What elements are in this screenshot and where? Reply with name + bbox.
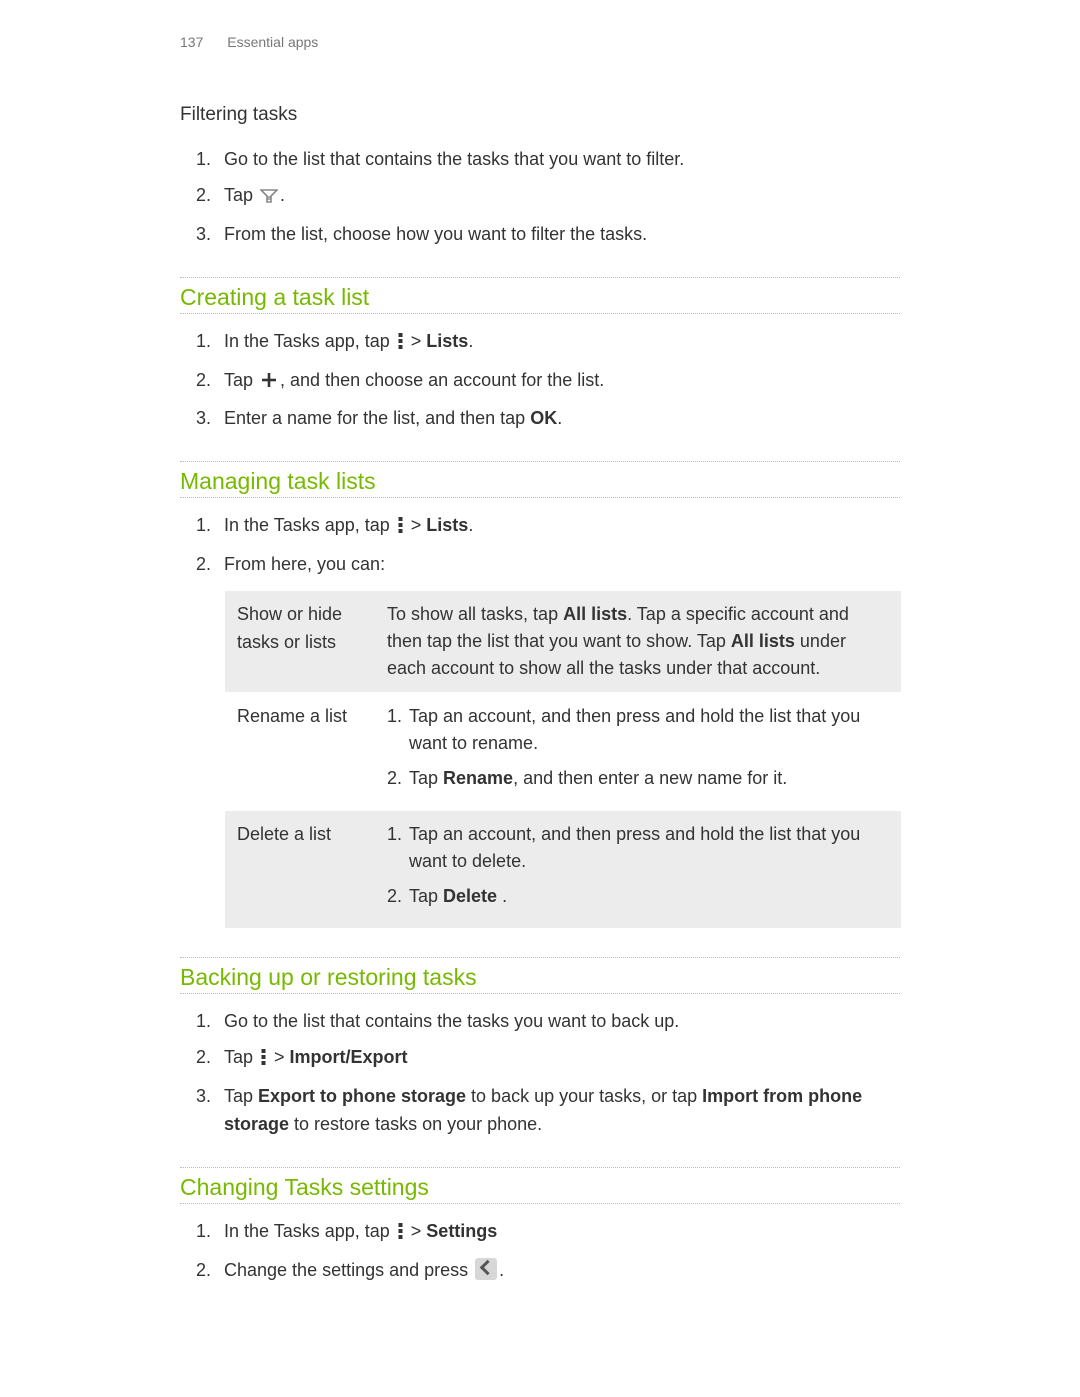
inner-step: 2.Tap Rename, and then enter a new name … bbox=[387, 765, 887, 792]
text: , and then enter a new name for it. bbox=[513, 768, 787, 788]
step: 1. In the Tasks app, tap > Lists. bbox=[224, 328, 900, 359]
text: Tap an account, and then press and hold … bbox=[409, 706, 860, 753]
step: 3. Enter a name for the list, and then t… bbox=[224, 405, 900, 433]
step-text: . bbox=[468, 331, 473, 351]
inner-step: 1.Tap an account, and then press and hol… bbox=[387, 703, 887, 757]
inner-step: 2.Tap Delete . bbox=[387, 883, 887, 910]
back-icon bbox=[475, 1258, 497, 1289]
step-text: > bbox=[406, 1221, 427, 1241]
step-text: . bbox=[499, 1260, 504, 1280]
step-text: Go to the list that contains the tasks y… bbox=[224, 1011, 679, 1031]
step-text: to back up your tasks, or tap bbox=[466, 1086, 702, 1106]
table-row-label: Show or hide tasks or lists bbox=[225, 591, 383, 692]
step-text: In the Tasks app, tap bbox=[224, 1221, 395, 1241]
step-text: . bbox=[557, 408, 562, 428]
step-text: Tap bbox=[224, 1047, 258, 1067]
step: 1. Go to the list that contains the task… bbox=[224, 1008, 900, 1036]
step-text: Go to the list that contains the tasks t… bbox=[224, 149, 684, 169]
settings-steps: 1. In the Tasks app, tap > Settings 2. C… bbox=[180, 1218, 900, 1289]
ui-label: Export to phone storage bbox=[258, 1086, 466, 1106]
step: 3. From the list, choose how you want to… bbox=[224, 221, 900, 249]
text: To show all tasks, tap bbox=[387, 604, 563, 624]
step-text: In the Tasks app, tap bbox=[224, 515, 395, 535]
inner-step: 1.Tap an account, and then press and hol… bbox=[387, 821, 887, 875]
backup-steps: 1. Go to the list that contains the task… bbox=[180, 1008, 900, 1139]
overflow-menu-icon bbox=[397, 331, 404, 359]
heading-filtering-tasks: Filtering tasks bbox=[180, 104, 900, 126]
step-text: Change the settings and press bbox=[224, 1260, 473, 1280]
step: 1. Go to the list that contains the task… bbox=[224, 146, 900, 174]
heading-changing-settings: Changing Tasks settings bbox=[180, 1167, 900, 1204]
ui-label: OK bbox=[530, 408, 557, 428]
filtering-steps: 1. Go to the list that contains the task… bbox=[180, 146, 900, 249]
page-number: 137 bbox=[180, 34, 203, 50]
ui-label: All lists bbox=[563, 604, 627, 624]
step-text: Tap bbox=[224, 185, 258, 205]
step-text: . bbox=[468, 515, 473, 535]
ui-label: Lists bbox=[426, 515, 468, 535]
table-row-label: Delete a list bbox=[225, 811, 383, 928]
step-text: > bbox=[269, 1047, 290, 1067]
managing-task-table: Show or hide tasks or lists To show all … bbox=[224, 589, 902, 929]
step-text: > bbox=[406, 515, 427, 535]
step: 3. Tap Export to phone storage to back u… bbox=[224, 1083, 900, 1139]
step-text: From here, you can: bbox=[224, 554, 385, 574]
text: Tap bbox=[409, 886, 443, 906]
filter-icon bbox=[260, 185, 278, 213]
text: . bbox=[497, 886, 507, 906]
step: 2. Tap , and then choose an account for … bbox=[224, 367, 900, 398]
table-row: Delete a list 1.Tap an account, and then… bbox=[225, 810, 901, 928]
page-section-label: Essential apps bbox=[227, 34, 318, 50]
ui-label: Delete bbox=[443, 886, 497, 906]
step: 2. Tap > Import/Export bbox=[224, 1044, 900, 1075]
table-row-body: To show all tasks, tap All lists. Tap a … bbox=[383, 591, 901, 692]
managing-steps: 1. In the Tasks app, tap > Lists. 2. Fro… bbox=[180, 512, 900, 929]
heading-backup-restore: Backing up or restoring tasks bbox=[180, 957, 900, 994]
step-text: . bbox=[280, 185, 285, 205]
plus-icon bbox=[260, 370, 278, 398]
step-text: Tap bbox=[224, 1086, 258, 1106]
overflow-menu-icon bbox=[397, 515, 404, 543]
table-row-body: 1.Tap an account, and then press and hol… bbox=[383, 693, 901, 810]
table-row: Show or hide tasks or lists To show all … bbox=[225, 590, 901, 692]
table-row-body: 1.Tap an account, and then press and hol… bbox=[383, 811, 901, 928]
ui-label: Rename bbox=[443, 768, 513, 788]
step: 2. From here, you can: Show or hide task… bbox=[224, 551, 900, 929]
step-text: In the Tasks app, tap bbox=[224, 331, 395, 351]
step: 2. Change the settings and press . bbox=[224, 1257, 900, 1289]
table-row: Rename a list 1.Tap an account, and then… bbox=[225, 692, 901, 810]
creating-steps: 1. In the Tasks app, tap > Lists. 2. Tap… bbox=[180, 328, 900, 434]
page-header: 137 Essential apps bbox=[180, 34, 900, 50]
text: Tap an account, and then press and hold … bbox=[409, 824, 860, 871]
step-text: From the list, choose how you want to fi… bbox=[224, 224, 647, 244]
heading-managing-task-lists: Managing task lists bbox=[180, 461, 900, 498]
ui-label: Lists bbox=[426, 331, 468, 351]
step-text: Tap bbox=[224, 370, 258, 390]
ui-label: All lists bbox=[731, 631, 795, 651]
step-text: > bbox=[406, 331, 427, 351]
step: 2. Tap . bbox=[224, 182, 900, 213]
step: 1. In the Tasks app, tap > Lists. bbox=[224, 512, 900, 543]
step-text: Enter a name for the list, and then tap bbox=[224, 408, 530, 428]
ui-label: Settings bbox=[426, 1221, 497, 1241]
text: Tap bbox=[409, 768, 443, 788]
step-text: , and then choose an account for the lis… bbox=[280, 370, 604, 390]
overflow-menu-icon bbox=[397, 1221, 404, 1249]
step: 1. In the Tasks app, tap > Settings bbox=[224, 1218, 900, 1249]
document-page: 137 Essential apps Filtering tasks 1. Go… bbox=[0, 0, 1080, 1397]
table-row-label: Rename a list bbox=[225, 693, 383, 810]
step-text: to restore tasks on your phone. bbox=[289, 1114, 542, 1134]
ui-label: Import/Export bbox=[290, 1047, 408, 1067]
heading-creating-task-list: Creating a task list bbox=[180, 277, 900, 314]
overflow-menu-icon bbox=[260, 1047, 267, 1075]
